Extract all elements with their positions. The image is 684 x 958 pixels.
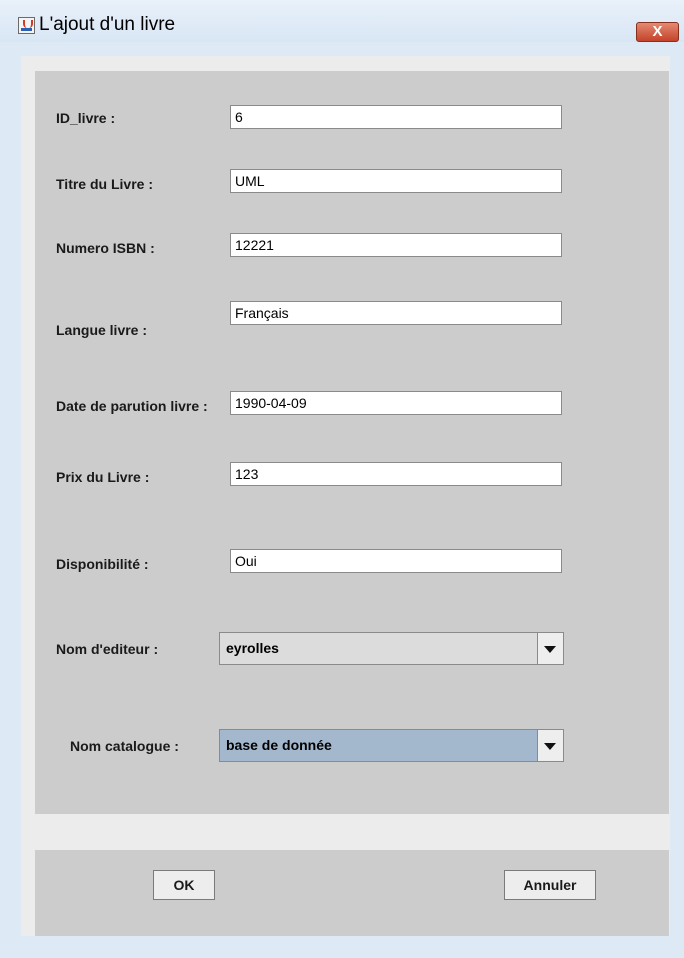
editeur-selected-value: eyrolles — [226, 640, 279, 656]
chevron-down-icon[interactable] — [537, 633, 563, 664]
java-app-icon — [18, 17, 35, 34]
prix-input[interactable]: 123 — [230, 462, 562, 486]
label-nom-editeur: Nom d'editeur : — [56, 641, 159, 657]
chevron-down-icon[interactable] — [537, 730, 563, 761]
label-date-parution: Date de parution livre : — [56, 398, 208, 414]
title-bar[interactable]: L'ajout d'un livre X — [0, 0, 684, 42]
close-button[interactable]: X — [636, 22, 679, 42]
label-numero-isbn: Numero ISBN : — [56, 240, 155, 256]
label-titre-livre: Titre du Livre : — [56, 176, 153, 192]
label-disponibilite: Disponibilité : — [56, 556, 149, 572]
isbn-input[interactable]: 12221 — [230, 233, 562, 257]
cancel-button[interactable]: Annuler — [504, 870, 596, 900]
ok-button[interactable]: OK — [153, 870, 215, 900]
id-livre-input[interactable]: 6 — [230, 105, 562, 129]
titre-livre-input[interactable]: UML — [230, 169, 562, 193]
label-prix-livre: Prix du Livre : — [56, 469, 150, 485]
label-nom-catalogue: Nom catalogue : — [70, 738, 179, 754]
disponibilite-input[interactable]: Oui — [230, 549, 562, 573]
dialog-window: L'ajout d'un livre X ID_livre : 6 Titre … — [0, 0, 684, 958]
label-id-livre: ID_livre : — [56, 110, 116, 126]
editeur-combobox[interactable]: eyrolles — [219, 632, 564, 665]
catalogue-combobox[interactable]: base de donnée — [219, 729, 564, 762]
catalogue-selected-value: base de donnée — [226, 737, 332, 753]
langue-input[interactable]: Français — [230, 301, 562, 325]
date-parution-input[interactable]: 1990-04-09 — [230, 391, 562, 415]
window-title: L'ajout d'un livre — [39, 14, 176, 35]
label-langue-livre: Langue livre : — [56, 322, 148, 338]
